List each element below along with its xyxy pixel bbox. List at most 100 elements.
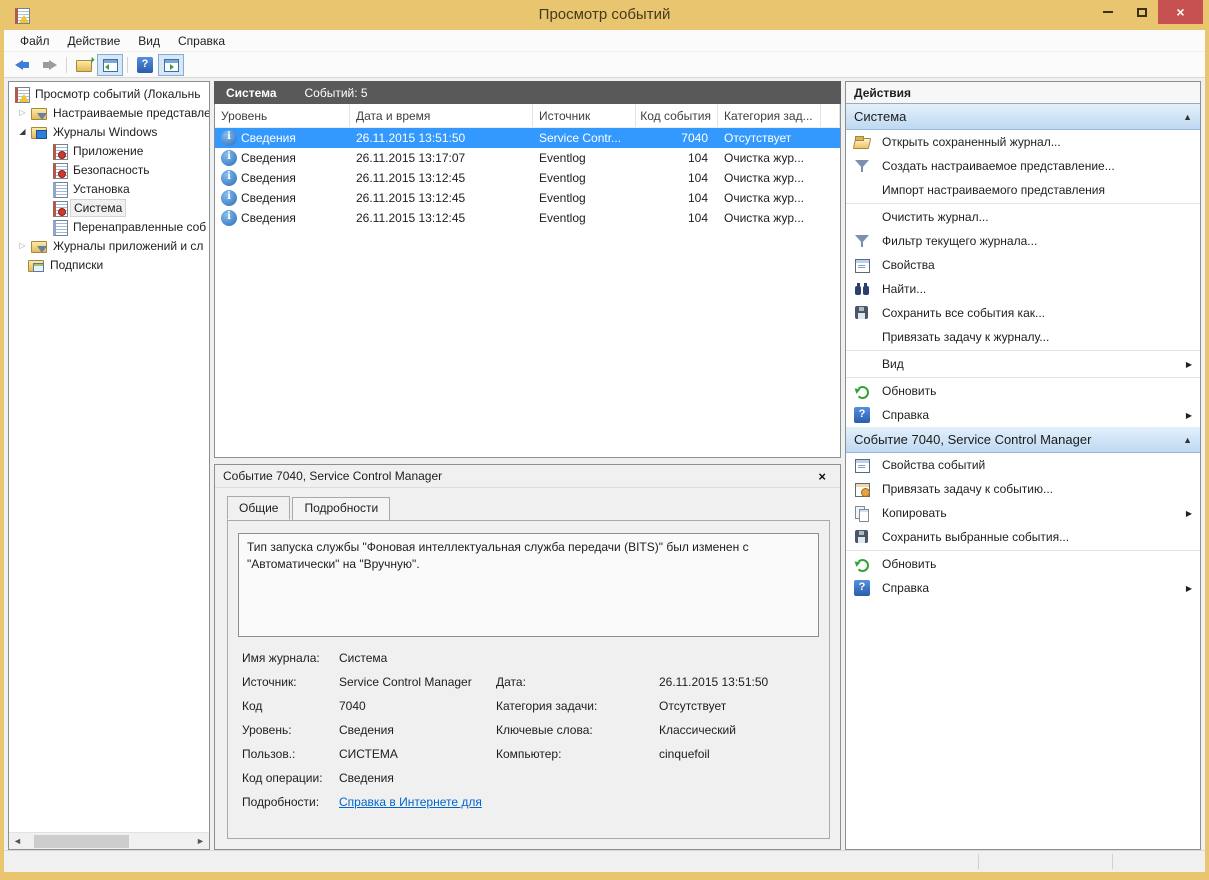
action-save-selected-events[interactable]: Сохранить выбранные события... <box>846 525 1200 549</box>
event-row[interactable]: Сведения 26.11.2015 13:12:45 Eventlog 10… <box>215 168 840 188</box>
event-datetime: 26.11.2015 13:12:45 <box>356 211 466 225</box>
event-row[interactable]: Сведения 26.11.2015 13:12:45 Eventlog 10… <box>215 188 840 208</box>
collapse-icon[interactable]: ▲ <box>1183 112 1192 122</box>
column-datetime[interactable]: Дата и время <box>350 104 533 127</box>
action-refresh[interactable]: Обновить <box>846 379 1200 403</box>
menubar: Файл Действие Вид Справка <box>4 30 1205 52</box>
tree-item-setup[interactable]: Установка <box>9 179 209 198</box>
preview-close-icon[interactable]: × <box>812 469 832 484</box>
action-open-saved-log[interactable]: Открыть сохраненный журнал... <box>846 130 1200 154</box>
scroll-right-icon[interactable]: ► <box>192 836 209 846</box>
toolbar <box>4 52 1205 78</box>
collapse-icon[interactable]: ▲ <box>1183 435 1192 445</box>
action-label: Копировать <box>882 506 947 520</box>
action-attach-task-to-log[interactable]: Привязать задачу к журналу... <box>846 325 1200 349</box>
tree-item-custom-views[interactable]: Настраиваемые представле <box>9 103 209 122</box>
field-label: Источник: <box>242 675 297 689</box>
actions-separator <box>846 377 1200 378</box>
toggle-console-tree-button[interactable] <box>97 53 123 76</box>
scroll-left-icon[interactable]: ◄ <box>9 836 26 846</box>
event-id: 104 <box>687 151 708 165</box>
event-source: Eventlog <box>539 171 586 185</box>
column-source[interactable]: Источник <box>533 104 636 127</box>
event-source: Eventlog <box>539 211 586 225</box>
action-clear-log[interactable]: Очистить журнал... <box>846 205 1200 229</box>
info-icon <box>221 150 237 166</box>
tree-item-root[interactable]: Просмотр событий (Локальнь <box>9 84 209 103</box>
export-log-button[interactable] <box>71 54 97 76</box>
menu-file[interactable]: Файл <box>12 32 58 50</box>
column-task-category[interactable]: Категория зад... <box>718 104 821 127</box>
tree-item-forwarded-events[interactable]: Перенаправленные соб <box>9 217 209 236</box>
tree-horizontal-scrollbar[interactable]: ◄ ► <box>9 832 209 849</box>
maximize-button[interactable] <box>1127 0 1157 24</box>
expander-collapsed-icon[interactable] <box>17 241 28 250</box>
statusbar <box>4 850 1205 872</box>
section-title: Система <box>854 109 907 124</box>
submenu-arrow-icon: ▶ <box>1185 410 1192 420</box>
action-event-help[interactable]: Справка ▶ <box>846 576 1200 600</box>
event-viewer-icon <box>13 86 30 103</box>
tree-item-security[interactable]: Безопасность <box>9 160 209 179</box>
event-row[interactable]: Сведения 26.11.2015 13:51:50 Service Con… <box>215 128 840 148</box>
column-level[interactable]: Уровень <box>215 104 350 127</box>
back-icon <box>15 57 31 73</box>
expander-collapsed-icon[interactable] <box>17 108 28 117</box>
action-event-properties[interactable]: Свойства событий <box>846 453 1200 477</box>
forward-button[interactable] <box>36 54 62 76</box>
status-separator <box>978 854 979 869</box>
menu-view[interactable]: Вид <box>130 32 168 50</box>
minimize-button[interactable] <box>1093 0 1123 24</box>
field-value: СИСТЕМА <box>339 747 398 761</box>
actions-section-event[interactable]: Событие 7040, Service Control Manager ▲ <box>846 427 1200 453</box>
tree-item-application[interactable]: Приложение <box>9 141 209 160</box>
field-label: Ключевые слова: <box>496 723 593 737</box>
tree-item-subscriptions[interactable]: Подписки <box>9 255 209 274</box>
action-import-custom-view[interactable]: Импорт настраиваемого представления <box>846 178 1200 202</box>
event-row[interactable]: Сведения 26.11.2015 13:12:45 Eventlog 10… <box>215 208 840 228</box>
action-event-refresh[interactable]: Обновить <box>846 552 1200 576</box>
expander-expanded-icon[interactable] <box>17 127 28 136</box>
close-button[interactable]: × <box>1158 0 1203 24</box>
action-properties[interactable]: Свойства <box>846 253 1200 277</box>
tree-item-system[interactable]: Система <box>9 198 209 217</box>
actions-section-system[interactable]: Система ▲ <box>846 104 1200 130</box>
action-view[interactable]: Вид ▶ <box>846 352 1200 376</box>
toggle-action-pane-button[interactable] <box>158 53 184 76</box>
event-description[interactable]: Тип запуска службы "Фоновая интеллектуал… <box>238 533 819 637</box>
help-icon <box>854 407 870 423</box>
action-help[interactable]: Справка ▶ <box>846 403 1200 427</box>
event-category: Отсутствует <box>724 131 792 145</box>
action-find[interactable]: Найти... <box>846 277 1200 301</box>
tree-item-windows-logs[interactable]: Журналы Windows <box>9 122 209 141</box>
menu-help[interactable]: Справка <box>170 32 233 50</box>
online-help-link[interactable]: Справка в Интернете для <box>339 795 482 809</box>
event-source: Eventlog <box>539 151 586 165</box>
action-copy[interactable]: Копировать ▶ <box>846 501 1200 525</box>
refresh-icon <box>854 383 870 399</box>
action-create-custom-view[interactable]: Создать настраиваемое представление... <box>846 154 1200 178</box>
action-save-all-events[interactable]: Сохранить все события как... <box>846 301 1200 325</box>
help-button[interactable] <box>132 54 158 76</box>
back-button[interactable] <box>10 54 36 76</box>
submenu-arrow-icon: ▶ <box>1185 359 1192 369</box>
event-row[interactable]: Сведения 26.11.2015 13:17:07 Eventlog 10… <box>215 148 840 168</box>
save-icon <box>854 305 870 321</box>
tree-item-label: Приложение <box>73 143 144 158</box>
tree-item-label: Журналы Windows <box>53 124 158 139</box>
tree-item-app-services-logs[interactable]: Журналы приложений и сл <box>9 236 209 255</box>
action-attach-task-to-event[interactable]: Привязать задачу к событию... <box>846 477 1200 501</box>
filter-icon <box>854 233 870 249</box>
action-label: Справка <box>882 408 930 422</box>
tab-general[interactable]: Общие <box>227 496 291 520</box>
menu-action[interactable]: Действие <box>60 32 129 50</box>
tab-details[interactable]: Подробности <box>292 497 391 521</box>
event-id: 7040 <box>681 131 708 145</box>
scrollbar-thumb[interactable] <box>34 834 129 848</box>
column-event-id[interactable]: Код события <box>636 104 718 127</box>
minimize-icon <box>1103 11 1113 13</box>
properties-icon <box>854 257 870 273</box>
field-value: 26.11.2015 13:51:50 <box>659 675 769 689</box>
action-filter-current-log[interactable]: Фильтр текущего журнала... <box>846 229 1200 253</box>
tree-item-label: Журналы приложений и сл <box>53 238 204 253</box>
